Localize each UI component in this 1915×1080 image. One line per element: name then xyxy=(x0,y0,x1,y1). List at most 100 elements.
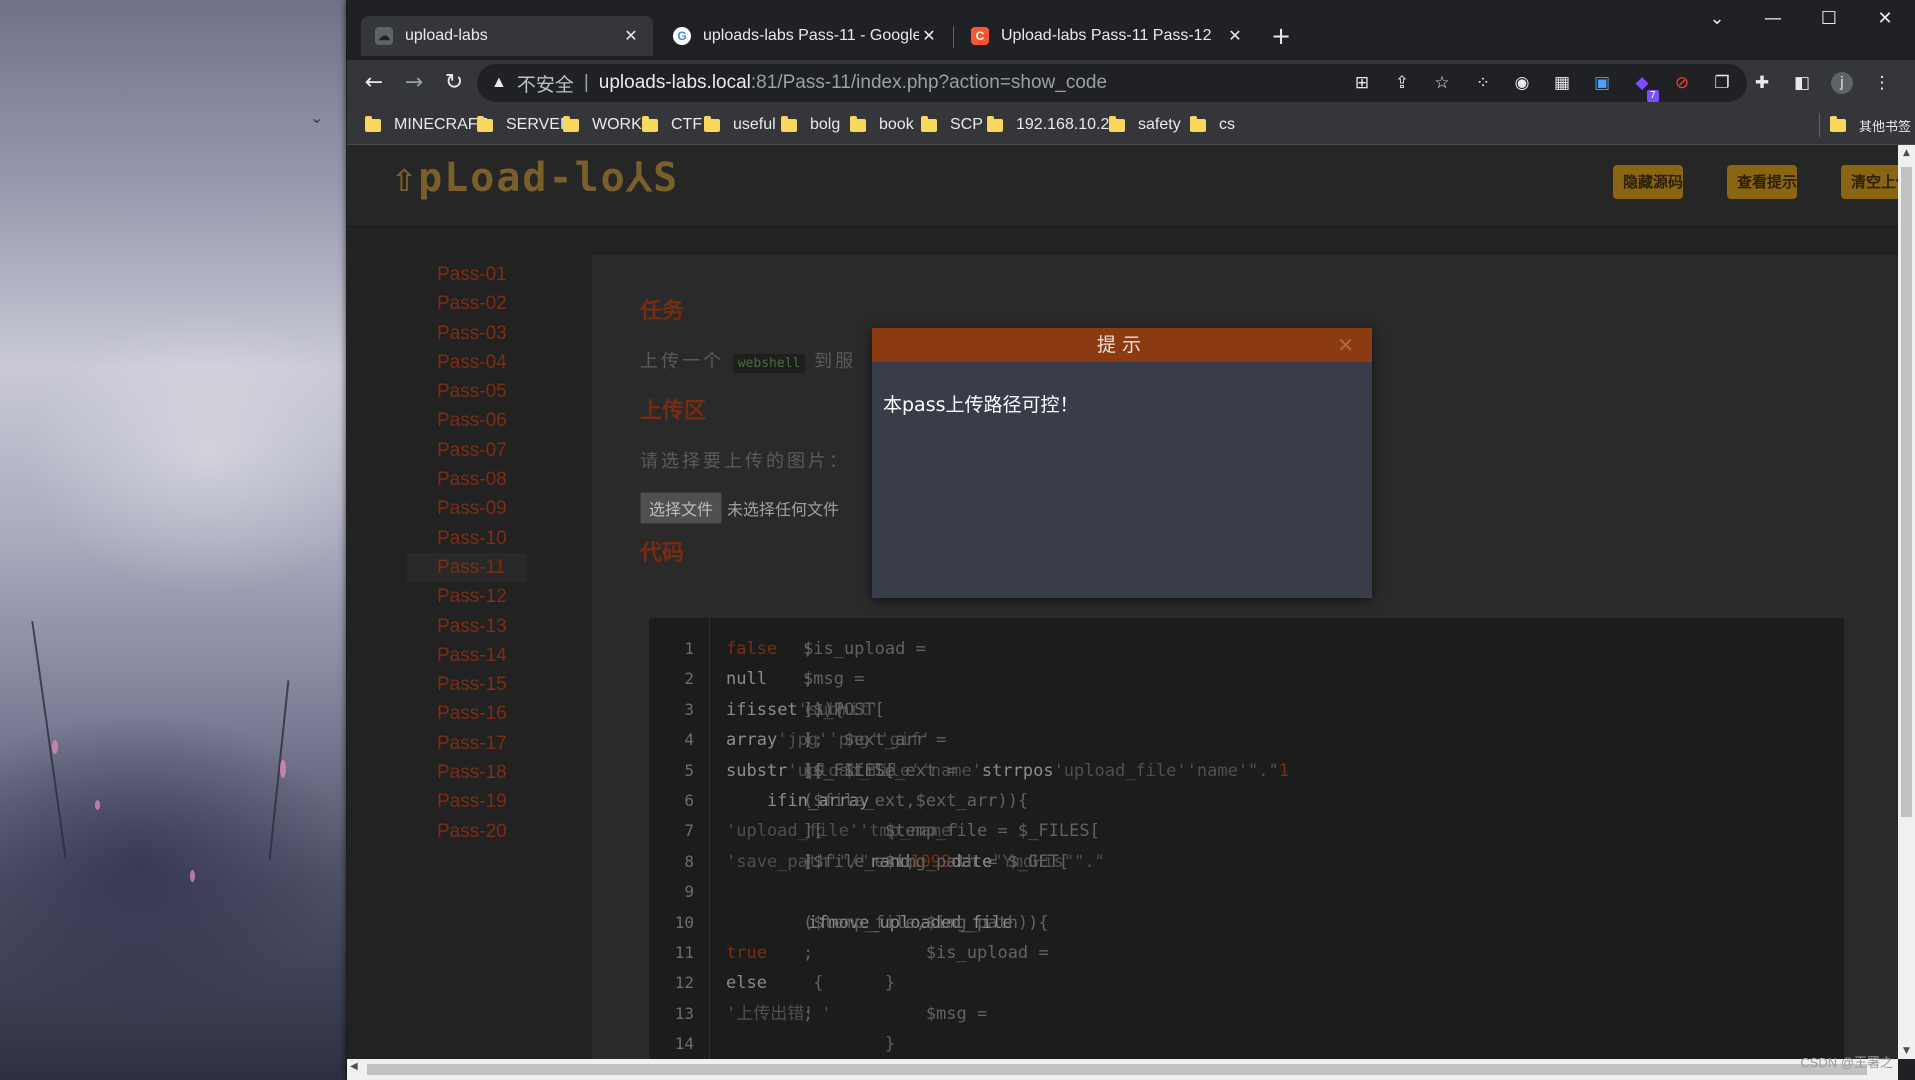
tab-google-search[interactable]: G uploads-labs Pass-11 - Google ✕ xyxy=(659,16,951,56)
browser-toolbar: ← → ↻ ▲ 不安全 | uploads-labs.local:81/Pass… xyxy=(347,60,1915,106)
folder-icon xyxy=(781,115,797,132)
bookmark-useful[interactable]: useful xyxy=(704,113,776,137)
dialog-message: 本pass上传路径可控！ xyxy=(883,394,1079,416)
folder-icon xyxy=(987,115,1003,132)
bookmark-ip[interactable]: 192.168.10.20 xyxy=(987,113,1118,137)
address-separator: | xyxy=(583,72,589,93)
tab-search-button[interactable]: ⌄ xyxy=(1689,0,1745,38)
bookmark-label: 其他书签 xyxy=(1859,118,1912,134)
bookmark-cs[interactable]: cs xyxy=(1190,113,1235,137)
profile-avatar[interactable]: j xyxy=(1831,72,1853,94)
bookmark-label: useful xyxy=(733,116,776,133)
close-icon[interactable]: ✕ xyxy=(1225,26,1245,46)
adblock-icon[interactable]: ⊘ xyxy=(1671,72,1693,94)
bookmark-scp[interactable]: SCP xyxy=(921,113,983,137)
bookmark-label: bolg xyxy=(810,116,841,133)
bookmark-work[interactable]: WORK xyxy=(563,113,642,137)
bookmark-minecraft[interactable]: MINECRAFT xyxy=(365,113,487,137)
folder-icon xyxy=(1190,115,1206,132)
tab-upload-labs[interactable]: ☁ upload-labs ✕ xyxy=(361,16,653,56)
reading-list-icon[interactable]: ❐ xyxy=(1711,72,1733,94)
folder-icon xyxy=(1830,115,1846,132)
google-icon: G xyxy=(673,27,691,45)
url-path: :81/Pass-11/index.php?action=show_code xyxy=(750,72,1108,93)
folder-icon xyxy=(365,115,381,132)
puzzle-icon[interactable]: ✚ xyxy=(1751,72,1773,94)
url-host: uploads-labs.local xyxy=(598,72,751,93)
bird-decoration: ⌄ xyxy=(310,108,324,127)
csdn-icon: C xyxy=(971,27,989,45)
folder-icon xyxy=(850,115,866,132)
bookmark-label: 192.168.10.20 xyxy=(1016,116,1119,133)
dialog-header: 提示 ✕ xyxy=(872,328,1372,362)
bookmark-ctf[interactable]: CTF xyxy=(642,113,702,137)
plant-stem xyxy=(268,680,290,860)
hint-dialog: 提示 ✕ 本pass上传路径可控！ xyxy=(872,328,1372,598)
maximize-button[interactable]: ☐ xyxy=(1801,0,1857,38)
qrcode-icon[interactable]: ▦ xyxy=(1551,72,1573,94)
vertical-scrollbar[interactable]: ▲ ▼ xyxy=(1898,145,1915,1059)
extension-badge: 7 xyxy=(1646,90,1659,102)
share-icon[interactable]: ⇪ xyxy=(1391,72,1413,94)
scrollbar-thumb[interactable] xyxy=(367,1064,1867,1075)
tab-csdn[interactable]: C Upload-labs Pass-11 Pass-12 ✕ xyxy=(957,16,1257,56)
flower-decoration xyxy=(280,760,286,778)
back-button[interactable]: ← xyxy=(357,66,391,100)
tab-title: uploads-labs Pass-11 - Google xyxy=(703,27,919,44)
reload-button[interactable]: ↻ xyxy=(437,66,471,100)
scroll-left-icon[interactable]: ◀ xyxy=(350,1061,358,1072)
tab-title: Upload-labs Pass-11 Pass-12 xyxy=(1001,27,1212,44)
scroll-up-icon[interactable]: ▲ xyxy=(1898,145,1915,161)
bookmarks-bar: MINECRAFT SERVER WORK CTF useful bolg bo… xyxy=(347,106,1915,145)
bookmark-label: SCP xyxy=(950,116,983,133)
horizontal-scrollbar[interactable]: ◀ xyxy=(347,1059,1898,1080)
bookmark-label: CTF xyxy=(671,116,703,133)
folder-icon xyxy=(921,115,937,132)
dialog-layer: 提示 ✕ 本pass上传路径可控！ xyxy=(347,145,1898,1059)
close-icon[interactable]: ✕ xyxy=(621,26,641,46)
extension-dots-icon[interactable]: ⁘ xyxy=(1472,72,1494,94)
bookmark-label: safety xyxy=(1138,116,1181,133)
warning-icon[interactable]: ▲ xyxy=(491,74,507,92)
folder-icon xyxy=(563,115,579,132)
bookmark-book[interactable]: book xyxy=(850,113,914,137)
folder-icon xyxy=(704,115,720,132)
site-icon: ☁ xyxy=(375,27,393,45)
bookmark-safety[interactable]: safety xyxy=(1109,113,1181,137)
close-icon[interactable]: ✕ xyxy=(919,26,939,46)
bookmark-label: book xyxy=(879,116,914,133)
watermark: CSDN @王署之 xyxy=(1800,1055,1893,1070)
bookmark-other[interactable]: 其他书签 xyxy=(1819,113,1911,137)
extension-badge-icon[interactable]: ◆ 7 xyxy=(1631,72,1659,102)
folder-icon xyxy=(1109,115,1125,132)
tab-title: upload-labs xyxy=(405,27,488,44)
tv-extension-icon[interactable]: ▣ xyxy=(1591,72,1613,94)
scrollbar-thumb[interactable] xyxy=(1901,167,1912,817)
flower-decoration xyxy=(190,870,195,882)
scroll-down-icon[interactable]: ▼ xyxy=(1898,1043,1915,1059)
close-icon[interactable]: ✕ xyxy=(1337,328,1354,362)
web-page: ⇧pLoad-lo⅄S 隐藏源码 查看提示 清空上传文件 Pass-01 Pas… xyxy=(347,145,1898,1059)
minimize-button[interactable]: — xyxy=(1745,0,1801,38)
bookmark-label: cs xyxy=(1219,116,1235,133)
menu-icon[interactable]: ⋮ xyxy=(1871,72,1893,94)
translate-icon[interactable]: ⊞ xyxy=(1351,72,1373,94)
bookmark-bolg[interactable]: bolg xyxy=(781,113,840,137)
plant-stem xyxy=(31,621,67,859)
side-panel-icon[interactable]: ◧ xyxy=(1791,72,1813,94)
bookmark-server[interactable]: SERVER xyxy=(477,113,572,137)
bookmark-label: SERVER xyxy=(506,116,572,133)
folder-icon xyxy=(477,115,493,132)
flower-decoration xyxy=(95,800,100,810)
tab-divider xyxy=(953,26,954,48)
bookmark-star-icon[interactable]: ☆ xyxy=(1431,72,1453,94)
tab-strip: ☁ upload-labs ✕ G uploads-labs Pass-11 -… xyxy=(347,0,1915,60)
insecure-label[interactable]: 不安全 xyxy=(517,70,574,97)
new-tab-button[interactable]: + xyxy=(1267,22,1295,50)
extension-circle-icon[interactable]: ◉ xyxy=(1511,72,1533,94)
forward-button[interactable]: → xyxy=(397,66,431,100)
dialog-title: 提示 xyxy=(1096,334,1147,356)
flower-decoration xyxy=(52,740,58,754)
window-close-button[interactable]: ✕ xyxy=(1857,0,1913,38)
desktop-wallpaper: ⌄ xyxy=(0,0,346,1080)
